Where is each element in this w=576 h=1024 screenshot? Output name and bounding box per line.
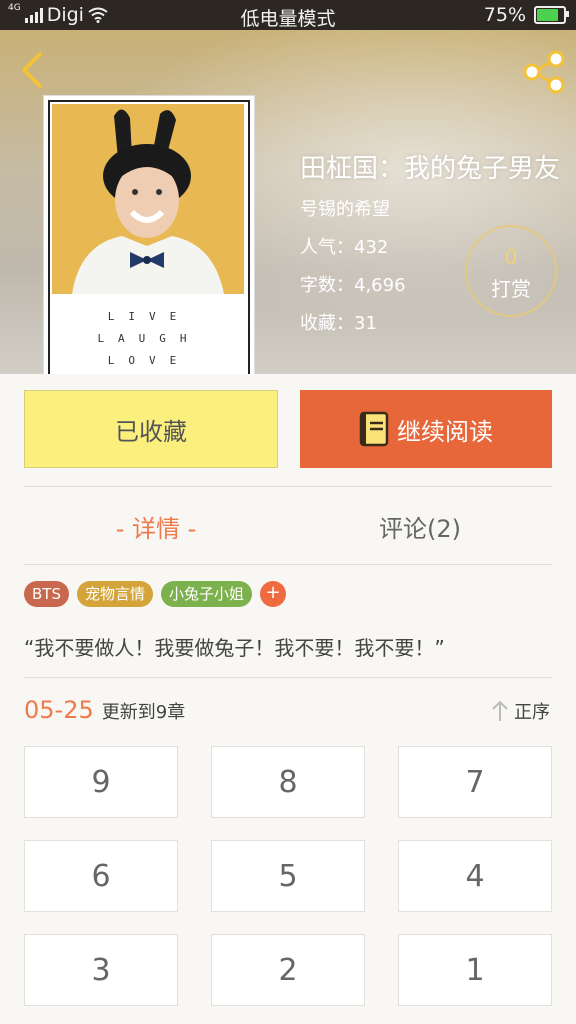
update-text: 更新到9章 [101, 702, 186, 723]
arrow-up-icon [492, 700, 508, 721]
sort-order-label: 正序 [514, 702, 550, 723]
chapter-button[interactable]: 9 [24, 746, 178, 818]
tag-item[interactable]: 宠物言情 [76, 581, 153, 607]
divider [24, 486, 552, 487]
chapter-button[interactable]: 2 [211, 934, 365, 1006]
divider [24, 677, 552, 678]
chapter-button[interactable]: 5 [211, 840, 365, 912]
tip-count: 0 [504, 245, 518, 269]
book-author[interactable]: 号锡的希望 [300, 195, 576, 221]
chapter-button[interactable]: 8 [211, 746, 365, 818]
favorite-button[interactable]: 已收藏 [24, 390, 278, 468]
book-header: LIVE LAUGH LOVE 田柾国：我的兔子男友 号锡的希望 人气：432 … [0, 30, 576, 374]
detail-tabs: - 详情 - 评论(2) [24, 488, 552, 564]
status-bar: 4G Digi 低电量模式 75% [0, 0, 576, 30]
book-favorites: 收藏：31 [300, 313, 377, 334]
tab-details[interactable]: - 详情 - [24, 488, 288, 564]
chapter-button[interactable]: 1 [398, 934, 552, 1006]
update-info: 05-25 更新到9章 [24, 696, 185, 724]
tab-comments[interactable]: 评论(2) [288, 488, 552, 564]
cover-motto-line: LAUGH [97, 332, 201, 345]
status-right: 75% [483, 4, 569, 26]
share-icon[interactable] [520, 48, 568, 96]
update-date: 05-25 [24, 696, 94, 724]
chapter-button[interactable]: 6 [24, 840, 178, 912]
tag-item[interactable]: BTS [24, 581, 69, 607]
chapter-button[interactable]: 3 [24, 934, 178, 1006]
cover-photo [52, 104, 244, 294]
book-icon [359, 411, 389, 447]
sort-order-button[interactable]: 正序 [490, 698, 550, 724]
divider [24, 564, 552, 565]
tag-item[interactable]: 小兔子小姐 [161, 581, 253, 607]
chapter-button[interactable]: 4 [398, 840, 552, 912]
continue-reading-label: 继续阅读 [397, 417, 493, 446]
chapter-button[interactable]: 7 [398, 746, 552, 818]
battery-percent: 75% [483, 4, 526, 26]
chevron-left-icon[interactable] [14, 50, 54, 90]
cover-motto-line: LOVE [107, 354, 191, 367]
tip-button[interactable]: 0 打赏 [465, 225, 557, 317]
cover-motto-line: LIVE [107, 310, 191, 323]
add-tag-button[interactable]: + [260, 581, 287, 607]
book-cover[interactable]: LIVE LAUGH LOVE [44, 96, 254, 374]
book-description: “我不要做人！我要做兔子！我不要！我不要！” [24, 636, 445, 660]
favorite-button-label: 已收藏 [115, 417, 187, 446]
book-title: 田柾国：我的兔子男友 [300, 154, 561, 184]
tag-list: BTS 宠物言情 小兔子小姐 + [24, 581, 287, 607]
tip-label: 打赏 [491, 277, 531, 301]
continue-reading-button[interactable]: 继续阅读 [300, 390, 552, 468]
battery-icon [534, 6, 569, 24]
cover-motto: LIVE LAUGH LOVE [44, 306, 254, 372]
chapter-grid: 9 8 7 6 5 4 3 2 1 [24, 746, 552, 1006]
